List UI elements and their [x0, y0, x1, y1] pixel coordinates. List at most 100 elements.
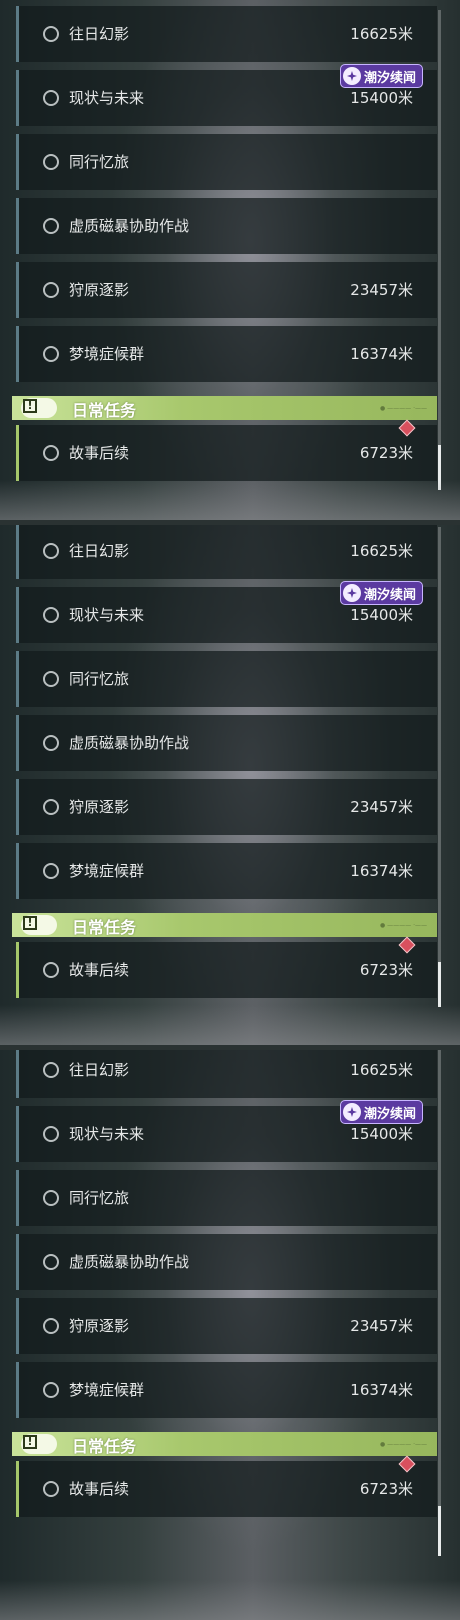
quest-title: 同行忆旅	[69, 1189, 130, 1207]
exclamation-icon: !	[23, 399, 37, 413]
circle-outline-icon	[43, 1481, 59, 1497]
quest-title: 狩原逐影	[69, 798, 130, 816]
circle-outline-icon	[43, 1062, 59, 1078]
quest-row[interactable]: 梦境症候群 16374米	[16, 1362, 437, 1418]
quest-row[interactable]: 狩原逐影 23457米	[16, 779, 437, 835]
circle-outline-icon	[43, 735, 59, 751]
section-title: 日常任务	[72, 1437, 137, 1456]
circle-outline-icon	[43, 1318, 59, 1334]
quest-distance: 16625米	[350, 25, 413, 43]
quest-row[interactable]: 现状与未来 15400米 潮汐续闻	[16, 64, 437, 126]
quest-title: 故事后续	[69, 444, 130, 462]
scrollbar-thumb[interactable]	[438, 445, 441, 490]
circle-outline-icon	[43, 863, 59, 879]
daily-quest-row[interactable]: 故事后续 6723米	[16, 1455, 437, 1517]
tide-event-badge: 潮汐续闻	[339, 64, 423, 88]
quest-panel: 往日幻影 16625米 现状与未来 15400米 潮汐续闻 同行忆旅 虚质磁暴协…	[0, 525, 460, 1045]
quest-title: 故事后续	[69, 961, 130, 979]
scrollbar-thumb[interactable]	[438, 962, 441, 1007]
badge-label: 潮汐续闻	[363, 70, 416, 86]
badge-label: 潮汐续闻	[363, 1106, 416, 1122]
quest-row[interactable]: 同行忆旅	[16, 651, 437, 707]
exclamation-icon: !	[23, 916, 37, 930]
quest-title: 狩原逐影	[69, 281, 130, 299]
circle-outline-icon	[43, 346, 59, 362]
scrollbar[interactable]	[438, 527, 441, 1007]
quest-distance: 16374米	[350, 1381, 413, 1399]
tide-star-icon	[342, 67, 361, 85]
quest-title: 梦境症候群	[69, 1381, 145, 1399]
quest-row[interactable]: 狩原逐影 23457米	[16, 262, 437, 318]
tide-star-icon	[342, 1103, 361, 1121]
diamond-marker-icon	[398, 936, 416, 954]
circle-outline-icon	[43, 1190, 59, 1206]
quest-title: 现状与未来	[69, 606, 145, 624]
circle-outline-icon	[43, 218, 59, 234]
quest-title: 往日幻影	[69, 542, 130, 560]
quest-row[interactable]: 同行忆旅	[16, 134, 437, 190]
section-title: 日常任务	[72, 401, 137, 420]
tide-event-badge: 潮汐续闻	[339, 1100, 423, 1124]
quest-title: 虚质磁暴协助作战	[69, 1253, 190, 1271]
daily-tasks-header[interactable]: ! 日常任务 ● ———— ·——	[12, 396, 437, 420]
circle-outline-icon	[43, 26, 59, 42]
section-title: 日常任务	[72, 918, 137, 937]
quest-distance: 15400米	[350, 1125, 413, 1143]
quest-row[interactable]: 虚质磁暴协助作战	[16, 1234, 437, 1290]
daily-quest-row[interactable]: 故事后续 6723米	[16, 936, 437, 998]
quest-distance: 23457米	[350, 798, 413, 816]
quest-row[interactable]: 梦境症候群 16374米	[16, 326, 437, 382]
tide-star-icon	[342, 584, 361, 602]
badge-label: 潮汐续闻	[363, 587, 416, 603]
tide-event-badge: 潮汐续闻	[339, 581, 423, 605]
quest-title: 梦境症候群	[69, 862, 145, 880]
circle-outline-icon	[43, 962, 59, 978]
section-decoration: ● ———— ·——	[380, 405, 427, 412]
quest-distance: 6723米	[359, 444, 413, 462]
diamond-marker-icon	[398, 1455, 416, 1473]
quest-title: 现状与未来	[69, 89, 145, 107]
quest-panel: 往日幻影 16625米 现状与未来 15400米 潮汐续闻 同行忆旅 虚质磁暴协…	[0, 1050, 460, 1620]
quest-title: 虚质磁暴协助作战	[69, 734, 190, 752]
circle-outline-icon	[43, 90, 59, 106]
quest-title: 虚质磁暴协助作战	[69, 217, 190, 235]
quest-row[interactable]: 梦境症候群 16374米	[16, 843, 437, 899]
quest-distance: 6723米	[359, 1480, 413, 1498]
circle-outline-icon	[43, 671, 59, 687]
quest-title: 狩原逐影	[69, 1317, 130, 1335]
daily-quest-row[interactable]: 故事后续 6723米	[16, 419, 437, 481]
circle-outline-icon	[43, 154, 59, 170]
daily-tasks-header[interactable]: ! 日常任务 ● ———— ·——	[12, 1432, 437, 1456]
section-decoration: ● ———— ·——	[380, 922, 427, 929]
scrollbar[interactable]	[438, 10, 441, 490]
quest-title: 梦境症候群	[69, 345, 145, 363]
circle-outline-icon	[43, 1254, 59, 1270]
exclamation-icon: !	[23, 1435, 37, 1449]
quest-row[interactable]: 狩原逐影 23457米	[16, 1298, 437, 1354]
quest-row[interactable]: 往日幻影 16625米	[16, 1050, 437, 1098]
quest-title: 同行忆旅	[69, 153, 130, 171]
quest-row[interactable]: 现状与未来 15400米 潮汐续闻	[16, 581, 437, 643]
circle-outline-icon	[43, 607, 59, 623]
quest-distance: 16625米	[350, 542, 413, 560]
quest-title: 往日幻影	[69, 25, 130, 43]
quest-row[interactable]: 虚质磁暴协助作战	[16, 198, 437, 254]
circle-outline-icon	[43, 445, 59, 461]
quest-distance: 15400米	[350, 606, 413, 624]
quest-distance: 23457米	[350, 281, 413, 299]
section-decoration: ● ———— ·——	[380, 1441, 427, 1448]
scrollbar-thumb[interactable]	[438, 1506, 441, 1556]
diamond-marker-icon	[398, 419, 416, 437]
quest-title: 故事后续	[69, 1480, 130, 1498]
quest-row[interactable]: 现状与未来 15400米 潮汐续闻	[16, 1100, 437, 1162]
circle-outline-icon	[43, 1382, 59, 1398]
quest-title: 现状与未来	[69, 1125, 145, 1143]
quest-title: 同行忆旅	[69, 670, 130, 688]
quest-row[interactable]: 往日幻影 16625米	[16, 525, 437, 579]
circle-outline-icon	[43, 282, 59, 298]
daily-tasks-header[interactable]: ! 日常任务 ● ———— ·——	[12, 913, 437, 937]
scrollbar[interactable]	[438, 1050, 441, 1556]
quest-row[interactable]: 往日幻影 16625米	[16, 6, 437, 62]
quest-row[interactable]: 同行忆旅	[16, 1170, 437, 1226]
quest-row[interactable]: 虚质磁暴协助作战	[16, 715, 437, 771]
